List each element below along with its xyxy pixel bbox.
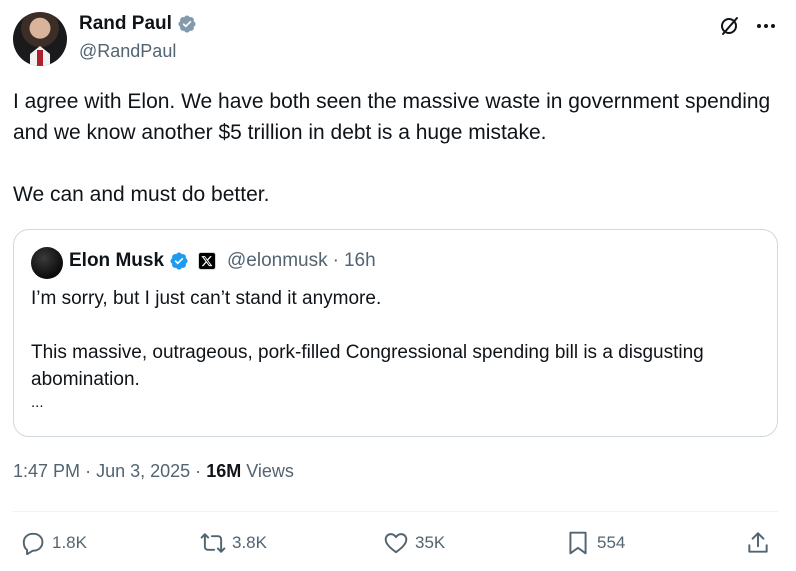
author-name[interactable]: Rand Paul [79, 13, 172, 35]
verified-badge-icon [170, 252, 188, 270]
quote-author-handle[interactable]: @elonmusk [227, 250, 328, 272]
divider [13, 511, 778, 512]
x-badge-icon [198, 252, 217, 270]
tweet-date[interactable]: Jun 3, 2025 [96, 461, 190, 481]
separator-dot: · [85, 461, 92, 481]
reply-icon [22, 532, 44, 556]
like-count: 35K [415, 533, 446, 552]
separator-dot: · [195, 461, 202, 481]
tweet-paragraph: We can and must do better. [13, 183, 270, 206]
quote-author-avatar[interactable] [31, 247, 63, 279]
author-handle[interactable]: @RandPaul [79, 41, 176, 62]
tweet-text: I agree with Elon. We have both seen the… [13, 86, 783, 210]
views-label: Views [246, 461, 294, 481]
quoted-tweet-card[interactable]: Elon Musk @elonmusk · 16h I’m sorry, but… [13, 229, 778, 437]
quote-ellipsis: ... [31, 394, 44, 411]
like-icon [384, 533, 408, 554]
share-button[interactable] [745, 528, 771, 558]
tweet-time[interactable]: 1:47 PM [13, 461, 80, 481]
repost-button[interactable]: 3.8K [200, 528, 267, 558]
quote-paragraph: I’m sorry, but I just can’t stand it any… [31, 288, 382, 309]
quote-paragraph: This massive, outrageous, pork-filled Co… [31, 342, 704, 390]
quote-text: I’m sorry, but I just can’t stand it any… [31, 285, 761, 413]
quote-timestamp[interactable]: 16h [344, 250, 376, 272]
author-avatar[interactable] [13, 12, 67, 66]
quote-author-name[interactable]: Elon Musk [69, 250, 164, 272]
reply-button[interactable]: 1.8K [20, 528, 87, 558]
more-icon[interactable] [754, 14, 778, 38]
verified-badge-icon [178, 15, 196, 33]
bookmark-button[interactable]: 554 [565, 528, 625, 558]
tweet-paragraph: I agree with Elon. We have both seen the… [13, 90, 771, 144]
tweet: Rand Paul @RandPaul I agree with Elon. W… [0, 0, 796, 571]
author-name-row[interactable]: Rand Paul [79, 13, 197, 35]
repost-icon [200, 533, 226, 553]
quote-header: Elon Musk @elonmusk · 16h [69, 250, 376, 272]
grok-icon[interactable] [718, 14, 742, 38]
bookmark-icon [569, 531, 587, 555]
like-button[interactable]: 35K [383, 528, 445, 558]
bookmark-count: 554 [597, 533, 626, 552]
repost-count: 3.8K [232, 533, 267, 552]
tweet-meta: 1:47 PM · Jun 3, 2025 · 16M Views [13, 461, 294, 482]
share-icon [748, 532, 768, 553]
views-count: 16M [206, 461, 242, 481]
separator-dot: · [332, 250, 339, 271]
reply-count: 1.8K [52, 533, 87, 552]
